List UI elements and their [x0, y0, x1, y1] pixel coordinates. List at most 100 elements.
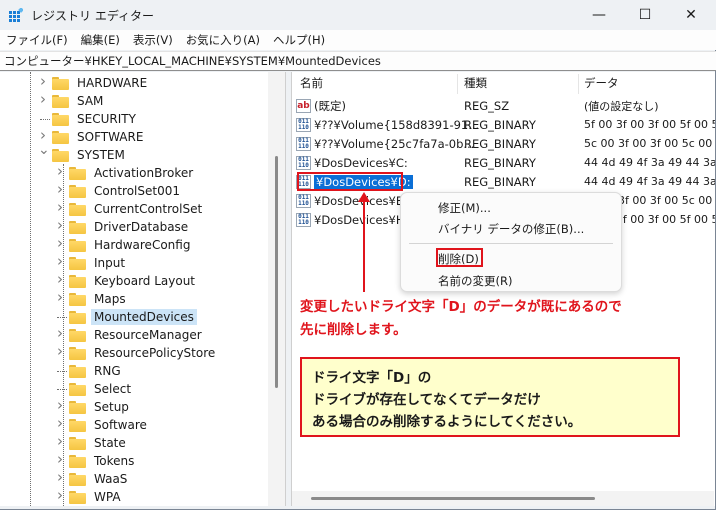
chevron-right-icon[interactable]: ›	[38, 90, 48, 108]
values-scrollbar-thumb[interactable]	[311, 497, 595, 500]
tree-item[interactable]: › ControlSet001	[57, 180, 183, 200]
tree-item[interactable]: › Setup	[57, 396, 132, 416]
tree-item[interactable]: › Input	[57, 252, 128, 272]
tree-item-label: MountedDevices	[91, 309, 197, 325]
menu-view[interactable]: 表示(V)	[133, 32, 173, 48]
values-horizontal-scrollbar[interactable]	[292, 491, 714, 506]
folder-icon	[69, 364, 86, 378]
context-menu-modify-binary[interactable]: バイナリ データの修正(B)...	[438, 221, 584, 237]
tree-scrollbar-thumb[interactable]	[275, 156, 278, 388]
tree-item[interactable]: MountedDevices	[57, 308, 197, 326]
minimize-button[interactable]: —	[576, 0, 622, 30]
value-type: REG_BINARY	[464, 174, 536, 189]
folder-icon	[69, 400, 86, 414]
value-name-cell: 011 110 ¥??¥Volume{25c7fa7a-0b...	[296, 134, 474, 153]
tree-item[interactable]: › CurrentControlSet	[57, 198, 205, 218]
registry-editor-window: レジストリ エディター — ☐ ✕ ファイル(F) 編集(E) 表示(V) お気…	[0, 0, 716, 510]
tree-item[interactable]: › Software	[57, 414, 150, 434]
value-row[interactable]: 011 110 ¥??¥Volume{158d8391-91... REG_BINAR…	[292, 115, 715, 134]
context-menu: 修正(M)... バイナリ データの修正(B)... 削除(D) 名前の変更(R…	[400, 192, 622, 292]
value-name: ¥DosDevices¥C:	[314, 155, 408, 170]
value-name: (既定)	[314, 98, 346, 113]
annotation-note-box: ドライ文字「D」の ドライブが存在してなくてデータだけ ある場合のみ削除するよう…	[300, 357, 680, 437]
folder-icon	[69, 202, 86, 216]
tree-item[interactable]: › WaaS	[57, 468, 130, 488]
note-line: ドライブが存在してなくてデータだけ	[312, 392, 541, 408]
folder-icon	[52, 130, 69, 144]
tree-item[interactable]: › Keyboard Layout	[57, 270, 198, 290]
folder-icon	[69, 472, 86, 486]
note-line: ある場合のみ削除するようにしてください。	[312, 414, 582, 430]
tree-item-label: ActivationBroker	[94, 166, 194, 180]
context-menu-rename[interactable]: 名前の変更(R)	[438, 273, 512, 289]
tree-item[interactable]: RNG	[57, 362, 124, 380]
tree-guide-line	[63, 164, 64, 506]
selected-value-highlight-box	[297, 172, 403, 191]
maximize-icon: ☐	[638, 7, 652, 23]
tree-item[interactable]: › HARDWARE	[40, 72, 150, 92]
tree-item-label: Keyboard Layout	[94, 274, 196, 288]
address-bar[interactable]: コンピューター¥HKEY_LOCAL_MACHINE¥SYSTEM¥Mounte…	[0, 51, 716, 71]
value-type: REG_BINARY	[464, 155, 536, 170]
annotation-caption-line: 変更したいドライ文字「D」のデータが既にあるので	[300, 299, 622, 315]
address-path[interactable]: コンピューター¥HKEY_LOCAL_MACHINE¥SYSTEM¥Mounte…	[4, 53, 381, 69]
tree-item[interactable]: › SAM	[40, 90, 106, 110]
tree-item-label: SYSTEM	[77, 148, 125, 162]
column-separator[interactable]	[578, 74, 579, 94]
column-header-type[interactable]: 種類	[464, 72, 487, 94]
value-name-cell: 011 110 ¥??¥Volume{158d8391-91...	[296, 115, 479, 134]
binary-value-icon: 011 110	[296, 212, 311, 227]
value-row[interactable]: ab (既定) REG_SZ (値の設定なし)	[292, 96, 715, 115]
tree-item[interactable]: › State	[57, 432, 129, 452]
folder-icon	[52, 112, 69, 126]
value-data: 5c 00 3f 00 3f 00 5c 00 53	[584, 137, 715, 150]
tree-connector	[57, 371, 67, 372]
binary-value-icon: 011 110	[296, 193, 311, 208]
tree-item-label: ResourceManager	[94, 328, 202, 342]
chevron-right-icon[interactable]: ›	[38, 72, 48, 90]
close-icon: ✕	[685, 7, 697, 23]
context-menu-separator	[409, 243, 613, 244]
close-button[interactable]: ✕	[668, 0, 714, 30]
chevron-down-icon[interactable]: ⌄	[38, 142, 50, 158]
annotation-caption-line: 先に削除します。	[300, 322, 407, 338]
value-row[interactable]: 011 110 ¥??¥Volume{25c7fa7a-0b... REG_BINAR…	[292, 134, 715, 153]
tree-item[interactable]: › HardwareConfig	[57, 234, 193, 254]
tree-item-label: SOFTWARE	[77, 130, 144, 144]
tree-vertical-scrollbar[interactable]	[268, 72, 285, 506]
context-menu-modify[interactable]: 修正(M)...	[438, 200, 491, 216]
tree-item[interactable]: › Maps	[57, 288, 129, 308]
value-row[interactable]: 011 110 ¥DosDevices¥C: REG_BINARY 44 4d 49 4…	[292, 153, 715, 172]
tree-item[interactable]: › ResourcePolicyStore	[57, 342, 218, 362]
tree-item[interactable]: › WPA	[57, 486, 124, 506]
folder-icon	[69, 184, 86, 198]
value-name-cell: 011 110 ¥DosDevices¥C:	[296, 153, 408, 172]
tree-item-label: HardwareConfig	[94, 238, 191, 252]
folder-icon	[52, 94, 69, 108]
folder-icon	[69, 292, 86, 306]
tree-item[interactable]: › SOFTWARE	[40, 126, 146, 146]
column-header-data[interactable]: データ	[584, 72, 619, 94]
column-header-name[interactable]: 名前	[300, 72, 323, 94]
tree-item-label: Tokens	[94, 454, 135, 468]
tree-guide-line	[30, 72, 31, 506]
maximize-button[interactable]: ☐	[622, 0, 668, 30]
value-row[interactable]: 011 110 ¥DosDevices¥D: REG_BINARY 44 4d 49 4…	[292, 172, 715, 191]
tree-item[interactable]: › Tokens	[57, 450, 137, 470]
menu-favorites[interactable]: お気に入り(A)	[186, 32, 260, 48]
tree-item-label: Setup	[94, 400, 129, 414]
menu-edit[interactable]: 編集(E)	[81, 32, 120, 48]
tree-item[interactable]: SECURITY	[40, 110, 139, 128]
column-separator[interactable]	[457, 74, 458, 94]
tree-item[interactable]: Select	[57, 380, 134, 398]
folder-icon	[69, 256, 86, 270]
tree-item[interactable]: › DriverDatabase	[57, 216, 191, 236]
annotation-arrow-line	[363, 200, 365, 292]
tree-item[interactable]: › ActivationBroker	[57, 162, 196, 182]
menu-help[interactable]: ヘルプ(H)	[273, 32, 325, 48]
tree-item-label: CurrentControlSet	[94, 202, 203, 216]
tree-item[interactable]: › ResourceManager	[57, 324, 205, 344]
folder-icon	[69, 454, 86, 468]
menu-file[interactable]: ファイル(F)	[6, 32, 68, 48]
key-tree-pane: › HARDWARE › SAM SECURITY › SOFTWARE ⌄ SYSTEM › Ac…	[0, 72, 286, 506]
